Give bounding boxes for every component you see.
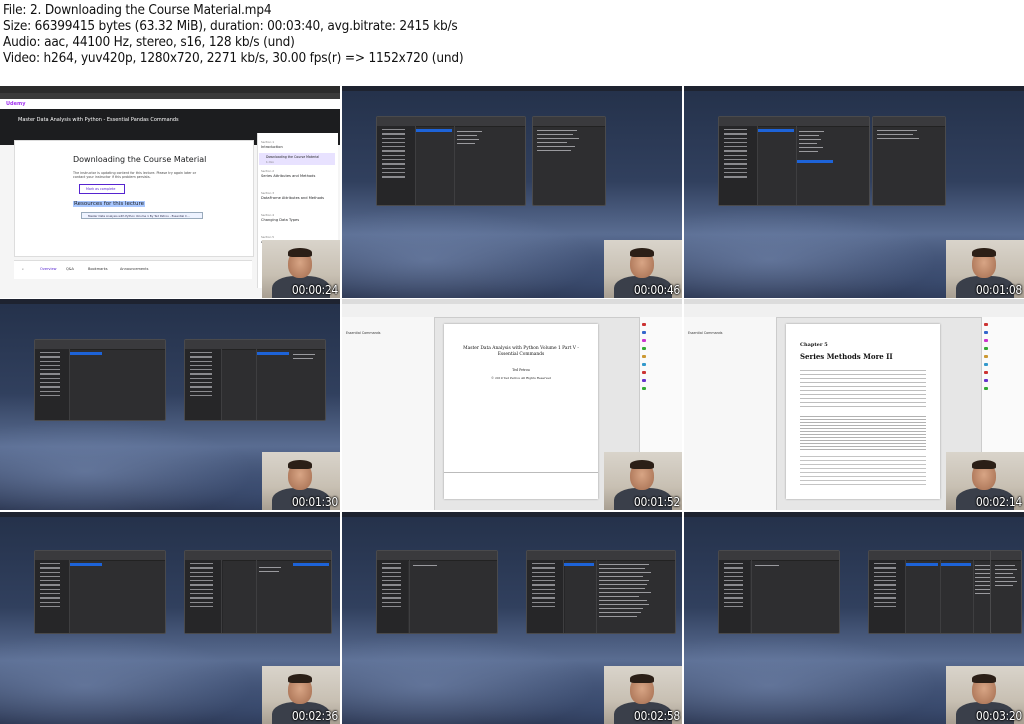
lecture-body: The instructor is updating content for t… — [73, 171, 197, 179]
thumbnail-7[interactable]: 00:02:36 — [0, 512, 340, 724]
timestamp: 00:03:20 — [975, 709, 1022, 723]
pdf-author: Ted Petrou — [512, 368, 530, 372]
mark-complete-button[interactable]: Mark as complete — [79, 184, 125, 194]
timestamp: 00:02:14 — [975, 495, 1022, 509]
pdf-bookmarks-panel: Essential Commands — [684, 317, 777, 510]
thumbnail-1[interactable]: Udemy Master Data Analysis with Python -… — [0, 86, 340, 298]
lecture-heading: Downloading the Course Material — [73, 155, 207, 164]
tab-overview[interactable]: Overview — [40, 267, 56, 271]
timestamp: 00:02:36 — [291, 709, 338, 723]
timestamp: 00:01:30 — [291, 495, 338, 509]
sidebar-item-current[interactable]: Downloading the Course Material — [266, 155, 319, 159]
finder-window — [526, 550, 676, 634]
timestamp: 00:02:58 — [633, 709, 680, 723]
finder-window — [376, 550, 498, 634]
finder-window — [34, 339, 166, 421]
resources-heading: Resources for this lecture — [73, 201, 146, 207]
finder-window — [532, 116, 606, 206]
menu-bar — [0, 512, 340, 517]
tab-announcements[interactable]: Announcements — [120, 267, 148, 271]
chapter-number: Chapter 5 — [800, 342, 828, 348]
finder-window — [718, 550, 840, 634]
thumbnail-4[interactable]: 00:01:30 — [0, 299, 340, 510]
finder-window — [34, 550, 166, 634]
menu-bar — [342, 512, 682, 517]
resource-link[interactable]: Master Data Analysis with Python Volume … — [81, 212, 203, 219]
finder-window — [184, 550, 332, 634]
finder-window — [376, 116, 526, 206]
thumbnail-3[interactable]: 00:01:08 — [684, 86, 1024, 298]
finder-window — [868, 550, 1010, 634]
finder-window — [990, 550, 1022, 634]
sidebar-item[interactable]: Introduction — [261, 145, 283, 149]
tab-bookmarks[interactable]: Bookmarks — [88, 267, 108, 271]
thumbnail-9[interactable]: 00:03:20 — [684, 512, 1024, 724]
thumbnail-2[interactable]: 00:00:46 — [342, 86, 682, 298]
lecture-panel: Downloading the Course Material The inst… — [14, 140, 254, 257]
menu-bar — [342, 86, 682, 91]
thumbnail-5[interactable]: Essential Commands Master Data Analysis … — [342, 299, 682, 510]
timestamp: 00:00:46 — [633, 283, 680, 297]
udemy-logo: Udemy — [6, 101, 26, 107]
menu-bar — [684, 512, 1024, 517]
chapter-title: Series Methods More II — [800, 352, 893, 361]
menu-bar — [0, 299, 340, 304]
menu-bar — [684, 86, 1024, 91]
pdf-toolbar — [342, 304, 682, 318]
course-title: Master Data Analysis with Python - Essen… — [18, 117, 179, 123]
sidebar-item[interactable]: Series Attributes and Methods — [261, 174, 315, 178]
finder-window — [872, 116, 946, 206]
timestamp: 00:01:52 — [633, 495, 680, 509]
pdf-page: Master Data Analysis with Python Volume … — [444, 324, 598, 499]
file-info-header: File: 2. Downloading the Course Material… — [3, 2, 1021, 86]
sidebar-item[interactable]: DataFrame Attributes and Methods — [261, 196, 324, 200]
file-size: Size: 66399415 bytes (63.32 MiB), durati… — [3, 18, 458, 34]
timestamp: 00:00:24 — [291, 283, 338, 297]
pdf-copyright: © 2019 Ted Petrou All Rights Reserved — [491, 376, 551, 380]
file-name: File: 2. Downloading the Course Material… — [3, 2, 272, 18]
tab-qa[interactable]: Q&A — [66, 267, 74, 271]
pdf-title: Master Data Analysis with Python Volume … — [463, 346, 579, 357]
search-icon[interactable]: ⌕ — [22, 267, 24, 271]
sidebar-item[interactable]: Changing Data Types — [261, 218, 299, 222]
lecture-tabs: ⌕ Overview Q&A Bookmarks Announcements — [14, 260, 252, 279]
bookmark-item[interactable]: Essential Commands — [688, 331, 723, 335]
thumbnail-6[interactable]: Essential Commands Chapter 5 Series Meth… — [684, 299, 1024, 510]
thumbnail-grid: Udemy Master Data Analysis with Python -… — [0, 86, 1024, 724]
thumbnail-8[interactable]: 00:02:58 — [342, 512, 682, 724]
pdf-toolbar — [684, 304, 1024, 318]
pdf-page: Chapter 5 Series Methods More II — [786, 324, 940, 499]
browser-tabs — [0, 86, 340, 93]
pdf-bookmarks-panel: Essential Commands — [342, 317, 435, 510]
finder-window — [718, 116, 870, 206]
audio-info: Audio: aac, 44100 Hz, stereo, s16, 128 k… — [3, 34, 295, 50]
finder-window — [184, 339, 326, 421]
bookmark-item[interactable]: Essential Commands — [346, 331, 381, 335]
timestamp: 00:01:08 — [975, 283, 1022, 297]
video-info: Video: h264, yuv420p, 1280x720, 2271 kb/… — [3, 50, 464, 66]
